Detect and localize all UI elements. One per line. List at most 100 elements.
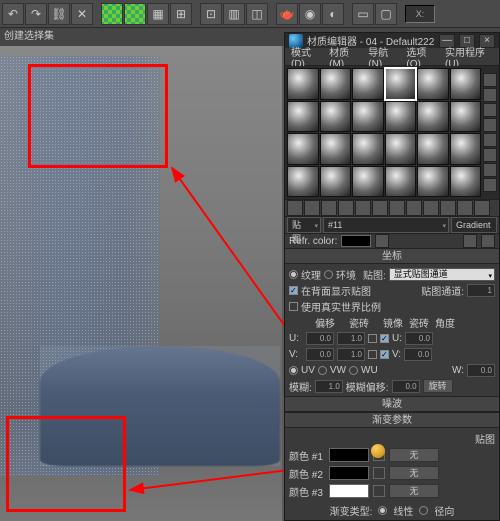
tool-show-end[interactable] <box>440 200 456 216</box>
color1-map-button[interactable]: 无 <box>389 448 439 462</box>
sample-slot[interactable] <box>417 166 449 198</box>
map-channel-dropdown[interactable]: 显式贴图通道▾ <box>389 268 495 281</box>
sample-slot[interactable] <box>287 166 319 198</box>
color3-map-button[interactable]: 无 <box>389 484 439 498</box>
sample-slot[interactable] <box>385 133 417 165</box>
vw-radio[interactable] <box>318 366 327 375</box>
sb-pattern[interactable] <box>483 118 497 132</box>
v-offset[interactable]: 0.0 <box>306 348 334 361</box>
sample-slot[interactable] <box>417 101 449 133</box>
linear-radio[interactable] <box>378 506 387 515</box>
v-tile[interactable]: 1.0 <box>337 348 365 361</box>
blur-offset-spinner[interactable]: 0.0 <box>392 380 420 393</box>
map-name-field[interactable]: #11▾ <box>323 217 449 233</box>
copy-icon[interactable] <box>463 234 477 248</box>
tb-redo[interactable]: ↷ <box>25 3 47 25</box>
tool-get[interactable] <box>287 200 303 216</box>
color2-map-button[interactable]: 无 <box>389 466 439 480</box>
rotate-button[interactable]: 旋转 <box>423 379 453 393</box>
sample-slot[interactable] <box>450 166 482 198</box>
tb-snap[interactable]: ⊞ <box>170 3 192 25</box>
tool-put-lib[interactable] <box>389 200 405 216</box>
tool-put[interactable] <box>304 200 320 216</box>
v-tile-chk[interactable] <box>380 350 389 359</box>
tb-render2[interactable]: ◉ <box>299 3 321 25</box>
real-world-checkbox[interactable] <box>289 302 298 311</box>
tool-make-unique[interactable] <box>372 200 388 216</box>
uv-radio[interactable] <box>289 366 298 375</box>
paste-icon[interactable] <box>481 234 495 248</box>
tb-link[interactable]: ⛓ <box>48 3 70 25</box>
u-tile-chk[interactable] <box>380 334 389 343</box>
x-field[interactable]: X: <box>405 5 435 23</box>
wu-radio[interactable] <box>349 366 358 375</box>
tool-effects[interactable] <box>406 200 422 216</box>
tb-undo[interactable]: ↶ <box>2 3 24 25</box>
tool-assign[interactable] <box>321 200 337 216</box>
color2-toggle[interactable] <box>373 467 385 479</box>
tool-go-forward[interactable] <box>474 200 490 216</box>
sample-slot[interactable] <box>287 68 319 100</box>
v-angle[interactable]: 0.0 <box>404 348 432 361</box>
noise-header[interactable]: 噪波 <box>285 396 499 412</box>
radial-radio[interactable] <box>419 506 428 515</box>
sample-slot[interactable] <box>287 133 319 165</box>
sample-slot[interactable] <box>320 68 352 100</box>
eyedropper-icon[interactable] <box>375 234 389 248</box>
blur-spinner[interactable]: 1.0 <box>315 380 343 393</box>
map-type-button[interactable]: Gradient <box>451 217 497 233</box>
viewport[interactable] <box>0 46 282 521</box>
tb-tex2[interactable] <box>124 3 146 25</box>
sb-background[interactable] <box>483 103 497 117</box>
sample-slot[interactable] <box>417 133 449 165</box>
u-mirror[interactable] <box>368 334 377 343</box>
tool-reset[interactable] <box>338 200 354 216</box>
sample-slot[interactable] <box>320 166 352 198</box>
tb-box[interactable]: ◫ <box>246 3 268 25</box>
sample-slot[interactable] <box>352 68 384 100</box>
tb-mat[interactable]: ▦ <box>147 3 169 25</box>
u-tile[interactable]: 1.0 <box>337 332 365 345</box>
w-angle[interactable]: 0.0 <box>467 364 495 377</box>
sb-backlight[interactable] <box>483 88 497 102</box>
tb-unlink[interactable]: ✕ <box>71 3 93 25</box>
sample-slot[interactable] <box>352 133 384 165</box>
tb-light[interactable]: ◐ <box>322 3 344 25</box>
gradient-params-header[interactable]: 渐变参数 <box>285 412 499 428</box>
map-slot-dropdown[interactable]: 贴图▾ <box>287 217 321 233</box>
sample-slot[interactable] <box>417 68 449 100</box>
tool-show-map[interactable] <box>423 200 439 216</box>
color3-swatch[interactable] <box>329 484 369 498</box>
sb-uv[interactable] <box>483 133 497 147</box>
color1-swatch[interactable] <box>329 448 369 462</box>
sb-options[interactable] <box>483 163 497 177</box>
sample-slot[interactable] <box>352 101 384 133</box>
sample-slot[interactable] <box>385 101 417 133</box>
color3-toggle[interactable] <box>373 485 385 497</box>
sample-slot-selected[interactable] <box>385 68 417 100</box>
sample-slot[interactable] <box>450 133 482 165</box>
tool-go-parent[interactable] <box>457 200 473 216</box>
u-angle[interactable]: 0.0 <box>405 332 433 345</box>
coords-header[interactable]: 坐标 <box>285 248 499 264</box>
v-mirror[interactable] <box>368 350 377 359</box>
sb-video[interactable] <box>483 148 497 162</box>
sb-select[interactable] <box>483 178 497 192</box>
env-radio[interactable] <box>324 270 333 279</box>
tb-ortho[interactable]: ⊡ <box>200 3 222 25</box>
sample-slot[interactable] <box>450 68 482 100</box>
tb-tex1[interactable] <box>101 3 123 25</box>
tb-settings[interactable]: ▭ <box>352 3 374 25</box>
refr-color-swatch[interactable] <box>341 235 371 247</box>
texture-radio[interactable] <box>289 270 298 279</box>
sb-sample-type[interactable] <box>483 73 497 87</box>
map-channel-spinner[interactable]: 1 <box>467 284 495 297</box>
tb-cam[interactable]: ▢ <box>375 3 397 25</box>
color2-swatch[interactable] <box>329 466 369 480</box>
tb-render[interactable]: 🫖 <box>276 3 298 25</box>
tool-copy[interactable] <box>355 200 371 216</box>
sample-slot[interactable] <box>320 133 352 165</box>
sample-slot[interactable] <box>385 166 417 198</box>
sample-slot[interactable] <box>450 101 482 133</box>
tb-grid[interactable]: ▥ <box>223 3 245 25</box>
